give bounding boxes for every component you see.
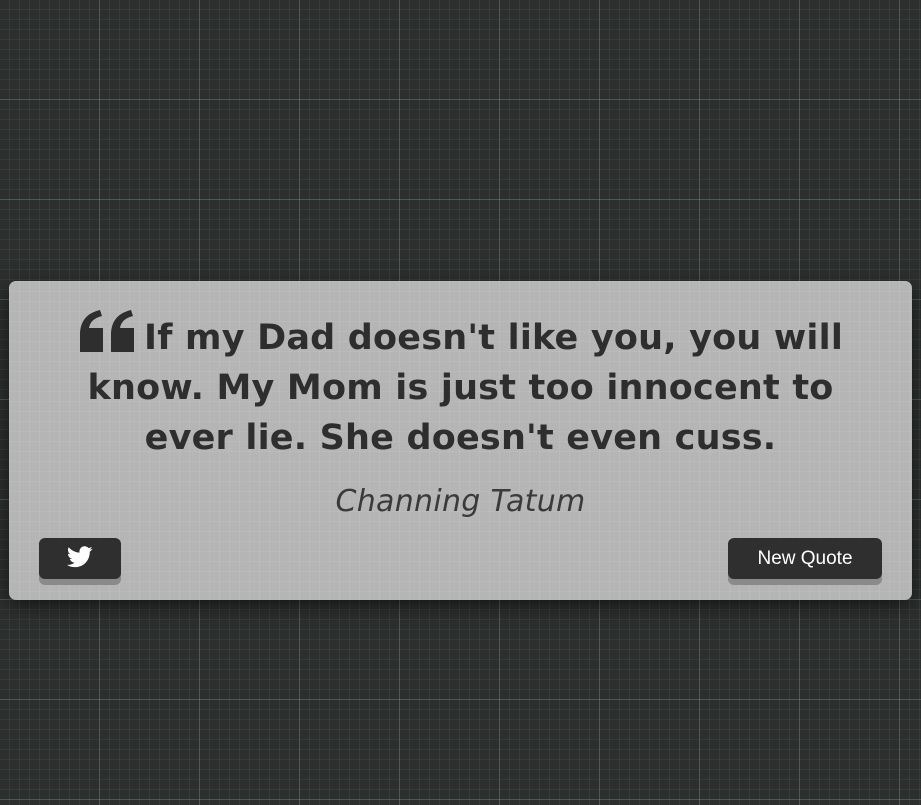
new-quote-button[interactable]: New Quote [728,538,882,579]
quote-author: Channing Tatum [335,484,586,519]
tweet-quote-button[interactable] [39,538,121,579]
quote-text: If my Dad doesn't like you, you will kno… [87,318,844,458]
quote-box: If my Dad doesn't like you, you will kno… [9,281,912,600]
quote-left-icon [78,309,136,353]
twitter-icon [66,546,93,571]
quote-text-block: If my Dad doesn't like you, you will kno… [39,309,882,463]
